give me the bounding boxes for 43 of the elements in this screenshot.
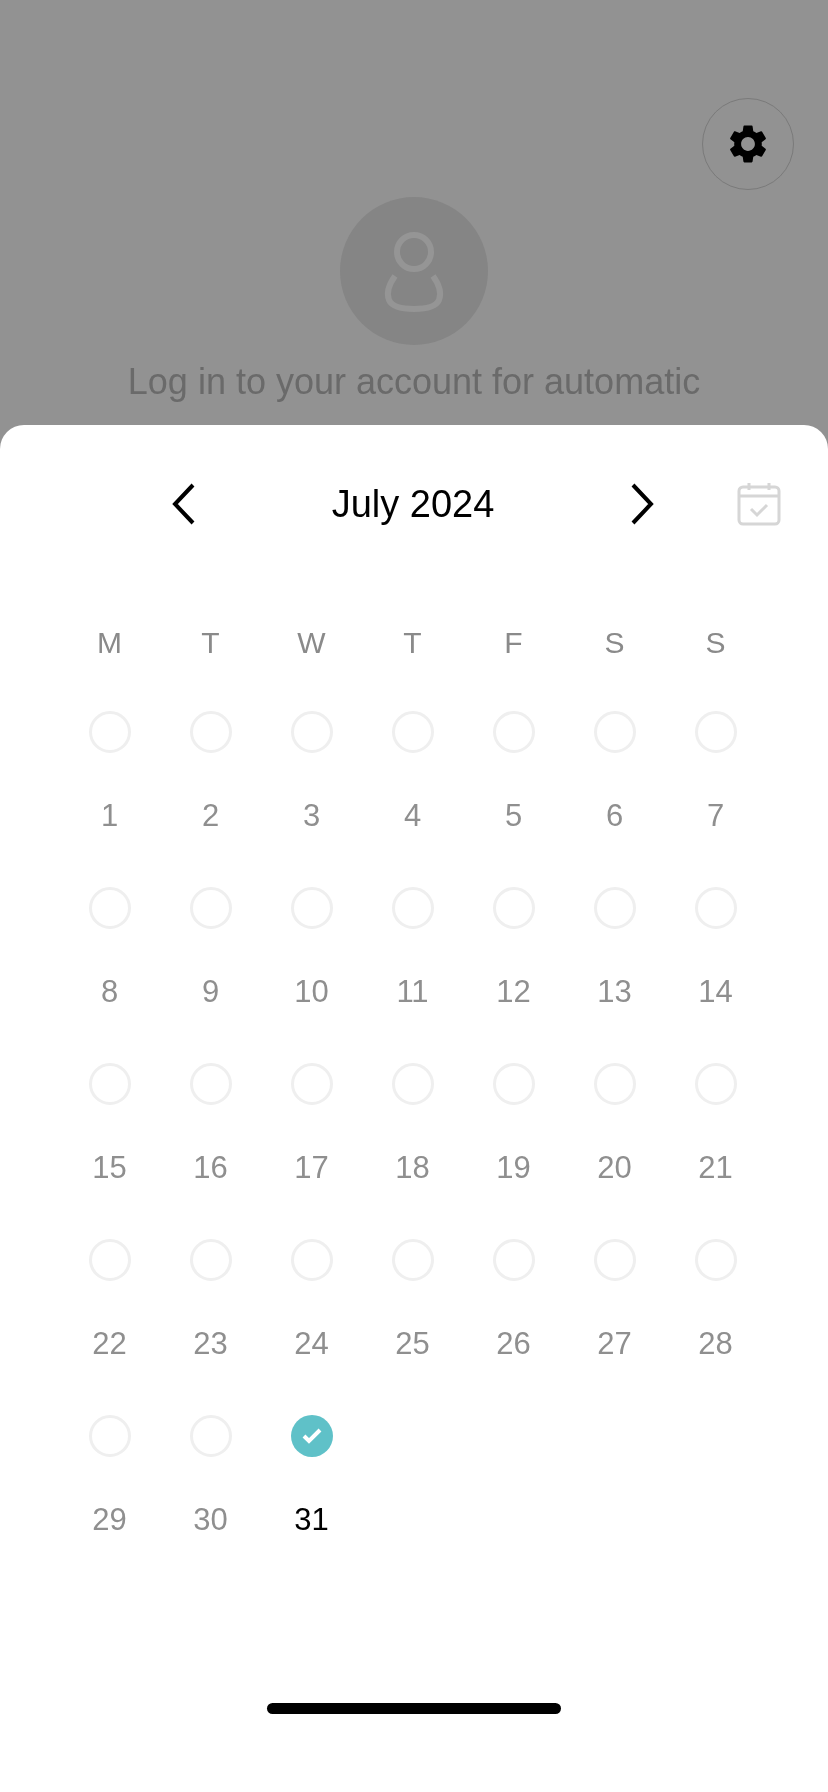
day-number: 10 — [294, 973, 329, 1011]
weekday-label: T — [403, 624, 422, 661]
weekday-label: S — [705, 624, 726, 661]
month-title: July 2024 — [330, 481, 496, 527]
day-number: 21 — [698, 1149, 733, 1187]
calendar-button[interactable] — [736, 481, 782, 527]
weekday-label: M — [97, 624, 122, 661]
day-number: 29 — [92, 1501, 127, 1539]
day-number: 13 — [597, 973, 632, 1011]
day-number: 30 — [193, 1501, 228, 1539]
next-month-icon[interactable] — [630, 483, 654, 525]
day-number: 15 — [92, 1149, 127, 1187]
day-number: 22 — [92, 1325, 127, 1363]
previous-month-icon[interactable] — [172, 483, 196, 525]
weekday-label: F — [504, 624, 523, 661]
day-number: 19 — [496, 1149, 531, 1187]
weekday-label: W — [297, 624, 326, 661]
day-number: 26 — [496, 1325, 531, 1363]
day-number: 6 — [605, 797, 624, 835]
day-number: 20 — [597, 1149, 632, 1187]
day-number: 23 — [193, 1325, 228, 1363]
day-number: 8 — [100, 973, 119, 1011]
day-number: 1 — [100, 797, 119, 835]
day-number: 24 — [294, 1325, 329, 1363]
day-number: 16 — [193, 1149, 228, 1187]
day-number: 3 — [302, 797, 321, 835]
day-number: 31 — [294, 1501, 329, 1539]
day-number: 7 — [706, 797, 725, 835]
day-number: 17 — [294, 1149, 329, 1187]
weekday-label: S — [604, 624, 625, 661]
day-number: 27 — [597, 1325, 632, 1363]
day-number: 11 — [396, 973, 429, 1011]
day-number: 4 — [403, 797, 422, 835]
day-number: 9 — [201, 973, 220, 1011]
day-number: 25 — [395, 1325, 430, 1363]
day-number: 12 — [496, 973, 531, 1011]
day-number: 28 — [698, 1325, 733, 1363]
day-number: 18 — [395, 1149, 430, 1187]
weekday-label: T — [201, 624, 220, 661]
day-number: 2 — [201, 797, 220, 835]
calendar-icon — [736, 481, 782, 527]
day-number: 14 — [698, 973, 733, 1011]
day-number: 5 — [504, 797, 523, 835]
